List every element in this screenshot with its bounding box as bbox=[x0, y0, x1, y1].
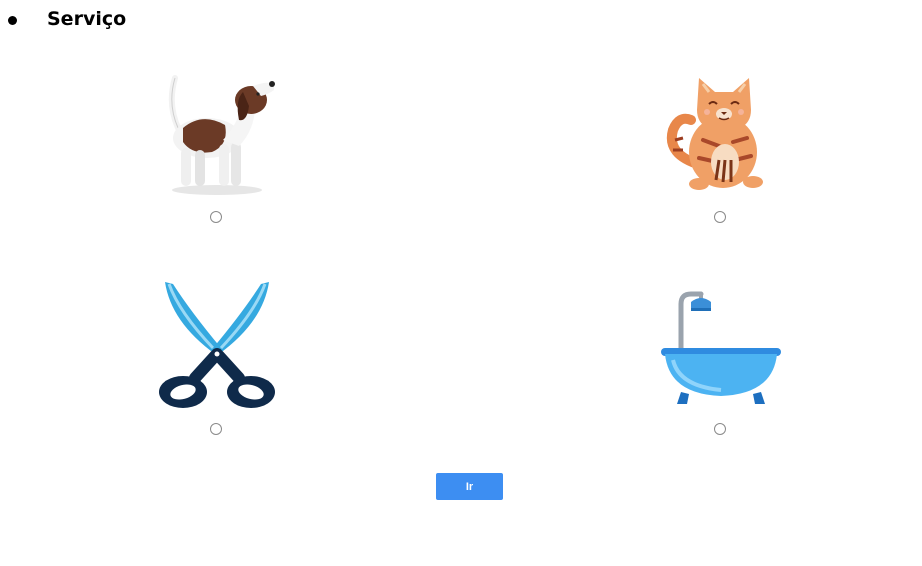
submit-button[interactable]: Ir bbox=[436, 473, 503, 500]
bathtub-radio[interactable] bbox=[714, 423, 726, 435]
cat-radio[interactable] bbox=[714, 211, 726, 223]
bathtub-icon bbox=[661, 291, 781, 404]
scissors-radio[interactable] bbox=[210, 423, 222, 435]
section-title: Serviço bbox=[47, 8, 127, 30]
option-dog[interactable] bbox=[137, 70, 297, 240]
option-cat[interactable] bbox=[641, 70, 801, 240]
option-bathtub[interactable] bbox=[641, 282, 801, 452]
option-scissors[interactable] bbox=[137, 282, 297, 452]
dog-icon bbox=[168, 75, 275, 195]
bullet-icon bbox=[8, 16, 17, 25]
dog-radio[interactable] bbox=[210, 211, 222, 223]
scissors-icon bbox=[159, 282, 275, 408]
cat-icon bbox=[666, 78, 763, 190]
